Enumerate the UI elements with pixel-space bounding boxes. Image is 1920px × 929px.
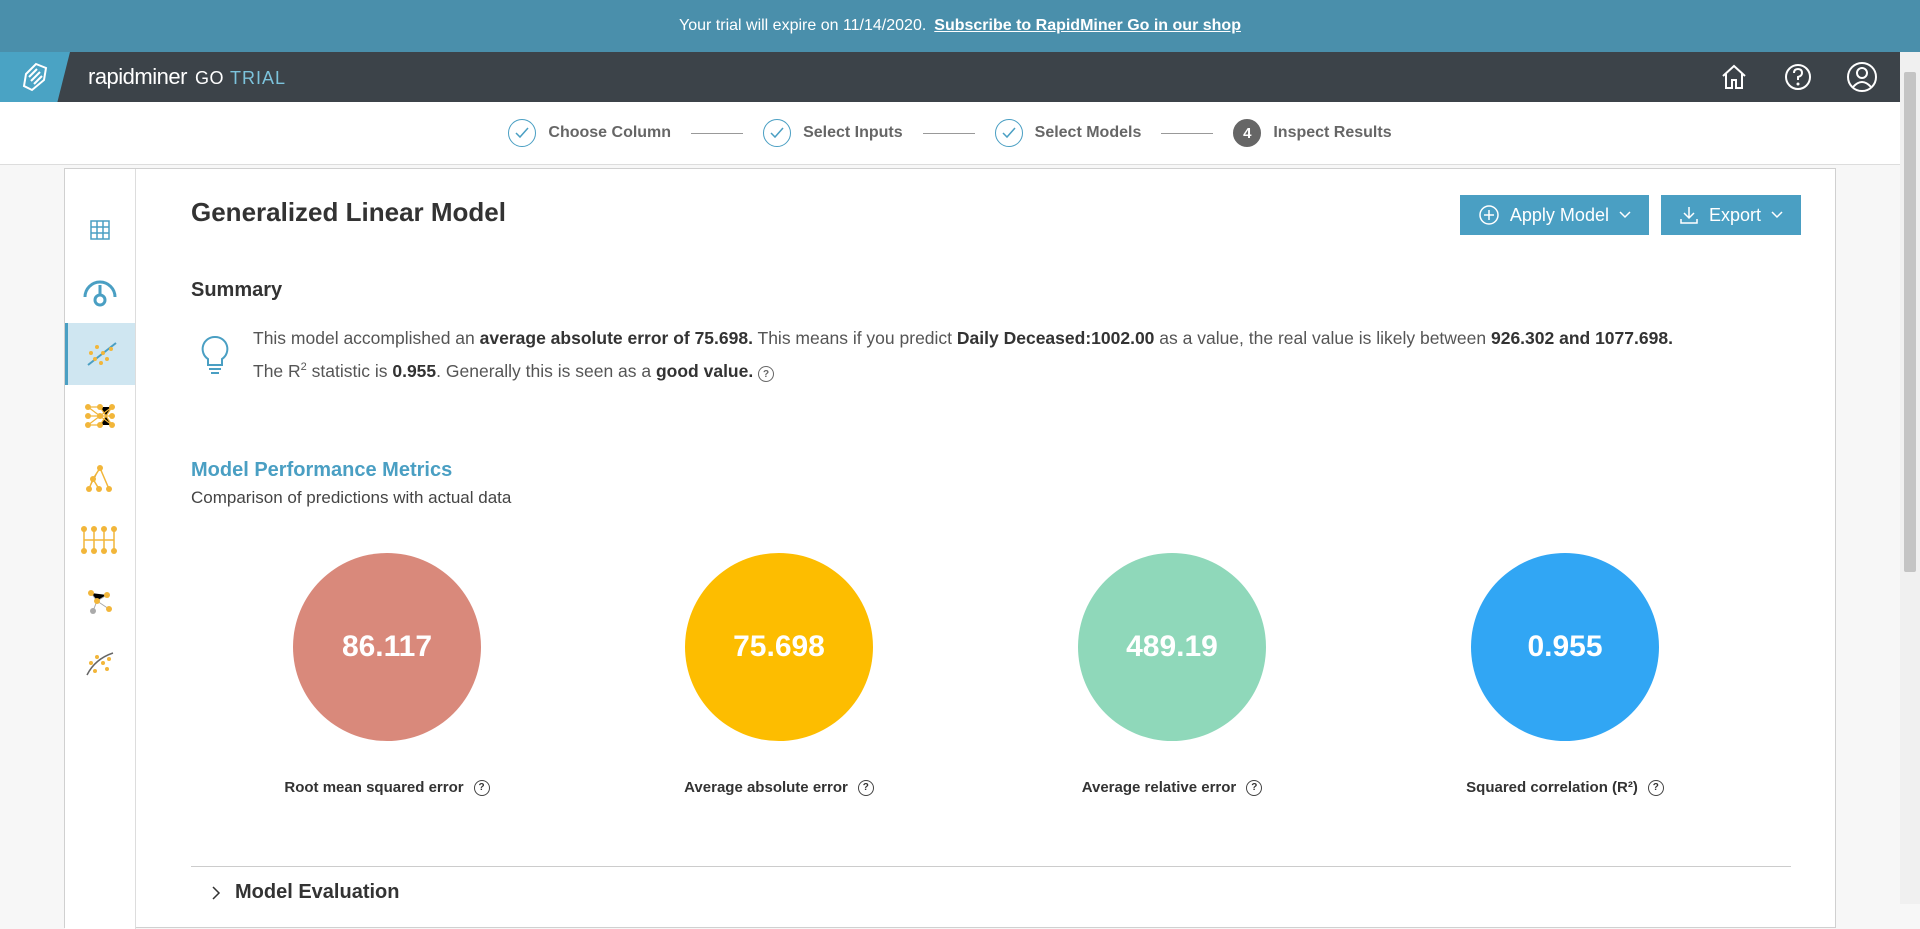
neural-net-icon bbox=[85, 404, 115, 428]
metric-rmse: 86.117 Root mean squared error? bbox=[227, 553, 547, 796]
sidebar-item-svm[interactable] bbox=[65, 633, 135, 695]
wizard-stepper: Choose Column Select Inputs Select Model… bbox=[0, 102, 1900, 165]
metric-bubble: 86.117 bbox=[293, 553, 481, 741]
apply-model-label: Apply Model bbox=[1509, 204, 1609, 225]
sidebar-item-overview[interactable] bbox=[65, 261, 135, 323]
summary-range: 926.302 and 1077.698. bbox=[1490, 328, 1673, 348]
step-label: Select Inputs bbox=[803, 124, 903, 141]
gauge-icon bbox=[83, 280, 117, 307]
model-evaluation-toggle[interactable]: Model Evaluation bbox=[211, 881, 399, 904]
brand-edition: TRIAL bbox=[229, 68, 286, 88]
metric-bubble: 0.955 bbox=[1471, 553, 1659, 741]
metric-relative-error: 489.19 Average relative error? bbox=[1012, 553, 1332, 796]
step-label: Inspect Results bbox=[1273, 124, 1392, 141]
home-icon[interactable] bbox=[1716, 59, 1752, 95]
sidebar-item-neural-net[interactable] bbox=[65, 385, 135, 447]
export-label: Export bbox=[1708, 204, 1761, 225]
metrics-subtitle: Comparison of predictions with actual da… bbox=[191, 488, 512, 507]
summary-quality: good value. bbox=[655, 360, 754, 381]
user-icon[interactable] bbox=[1844, 59, 1880, 95]
metric-bubble: 489.19 bbox=[1078, 553, 1266, 741]
apply-model-button[interactable]: Apply Model bbox=[1459, 195, 1649, 235]
scrollbar-thumb[interactable] bbox=[1904, 72, 1916, 572]
download-icon bbox=[1680, 207, 1698, 224]
step-number: 4 bbox=[1233, 119, 1262, 147]
cluster-icon bbox=[88, 590, 112, 614]
help-icon[interactable]: ? bbox=[473, 779, 490, 796]
lightbulb-icon bbox=[199, 334, 231, 381]
metric-mae: 75.698 Average absolute error? bbox=[619, 553, 939, 796]
help-icon[interactable]: ? bbox=[758, 366, 775, 383]
step-label: Choose Column bbox=[548, 124, 672, 141]
step-inspect-results[interactable]: 4 Inspect Results bbox=[1233, 119, 1392, 147]
brand-name: rapidminer bbox=[88, 64, 187, 89]
sidebar-item-ensemble[interactable] bbox=[65, 571, 135, 633]
section-divider bbox=[191, 866, 1791, 867]
sidebar-item-data-table[interactable] bbox=[65, 199, 135, 261]
step-label: Select Models bbox=[1034, 124, 1142, 141]
brand-product: GO bbox=[194, 68, 224, 88]
model-evaluation-label: Model Evaluation bbox=[235, 881, 400, 903]
check-icon bbox=[508, 119, 537, 147]
trial-expiry-text: Your trial will expire on 11/14/2020. bbox=[679, 17, 927, 34]
step-connector bbox=[922, 132, 975, 134]
chevron-down-icon bbox=[1771, 211, 1783, 219]
page-scrollbar[interactable] bbox=[1900, 52, 1920, 904]
step-connector bbox=[1161, 132, 1214, 134]
step-select-models[interactable]: Select Models bbox=[994, 119, 1142, 147]
linear-model-icon bbox=[86, 342, 117, 366]
check-icon bbox=[763, 119, 792, 147]
summary-r2: 0.955 bbox=[392, 360, 437, 381]
step-select-inputs[interactable]: Select Inputs bbox=[763, 119, 903, 147]
help-icon[interactable] bbox=[1780, 59, 1816, 95]
plus-circle-icon bbox=[1479, 205, 1499, 225]
metrics-row: 86.117 Root mean squared error? 75.698 A… bbox=[191, 553, 1791, 803]
chevron-down-icon bbox=[1619, 211, 1631, 219]
export-button[interactable]: Export bbox=[1660, 195, 1801, 235]
model-title: Generalized Linear Model bbox=[191, 197, 506, 227]
trial-banner: Your trial will expire on 11/14/2020. Su… bbox=[0, 0, 1920, 52]
metric-r-squared: 0.955 Squared correlation (R²)? bbox=[1405, 553, 1725, 796]
top-navigation: rapidminer GO TRIAL bbox=[0, 52, 1900, 102]
results-panel: Generalized Linear Model Apply Model Exp… bbox=[64, 168, 1836, 929]
summary-prediction: Daily Deceased:1002.00 bbox=[956, 328, 1155, 348]
metric-bubble: 75.698 bbox=[685, 553, 873, 741]
model-sidebar bbox=[65, 169, 136, 929]
table-icon bbox=[90, 220, 110, 240]
summary-text: This model accomplished an average absol… bbox=[253, 328, 1673, 383]
check-icon bbox=[994, 119, 1023, 147]
summary-heading: Summary bbox=[191, 279, 283, 301]
help-icon[interactable]: ? bbox=[1647, 779, 1664, 796]
sidebar-item-glm[interactable] bbox=[65, 323, 135, 385]
deep-learning-icon bbox=[81, 526, 117, 554]
help-icon[interactable]: ? bbox=[857, 779, 874, 796]
step-choose-column[interactable]: Choose Column bbox=[508, 119, 671, 147]
sidebar-item-decision-tree[interactable] bbox=[65, 447, 135, 509]
decision-tree-icon bbox=[86, 465, 112, 492]
metrics-heading: Model Performance Metrics bbox=[191, 459, 453, 481]
summary-mae: average absolute error of 75.698. bbox=[479, 328, 753, 348]
rapidminer-logo[interactable] bbox=[0, 52, 70, 102]
scatter-trend-icon bbox=[86, 652, 114, 676]
step-connector bbox=[691, 132, 744, 134]
help-icon[interactable]: ? bbox=[1246, 779, 1263, 796]
brand-title: rapidminer GO TRIAL bbox=[88, 64, 286, 90]
logo-icon bbox=[22, 62, 48, 92]
chevron-right-icon bbox=[212, 885, 221, 900]
sidebar-item-deep-learning[interactable] bbox=[65, 509, 135, 571]
subscribe-link[interactable]: Subscribe to RapidMiner Go in our shop bbox=[934, 17, 1241, 35]
